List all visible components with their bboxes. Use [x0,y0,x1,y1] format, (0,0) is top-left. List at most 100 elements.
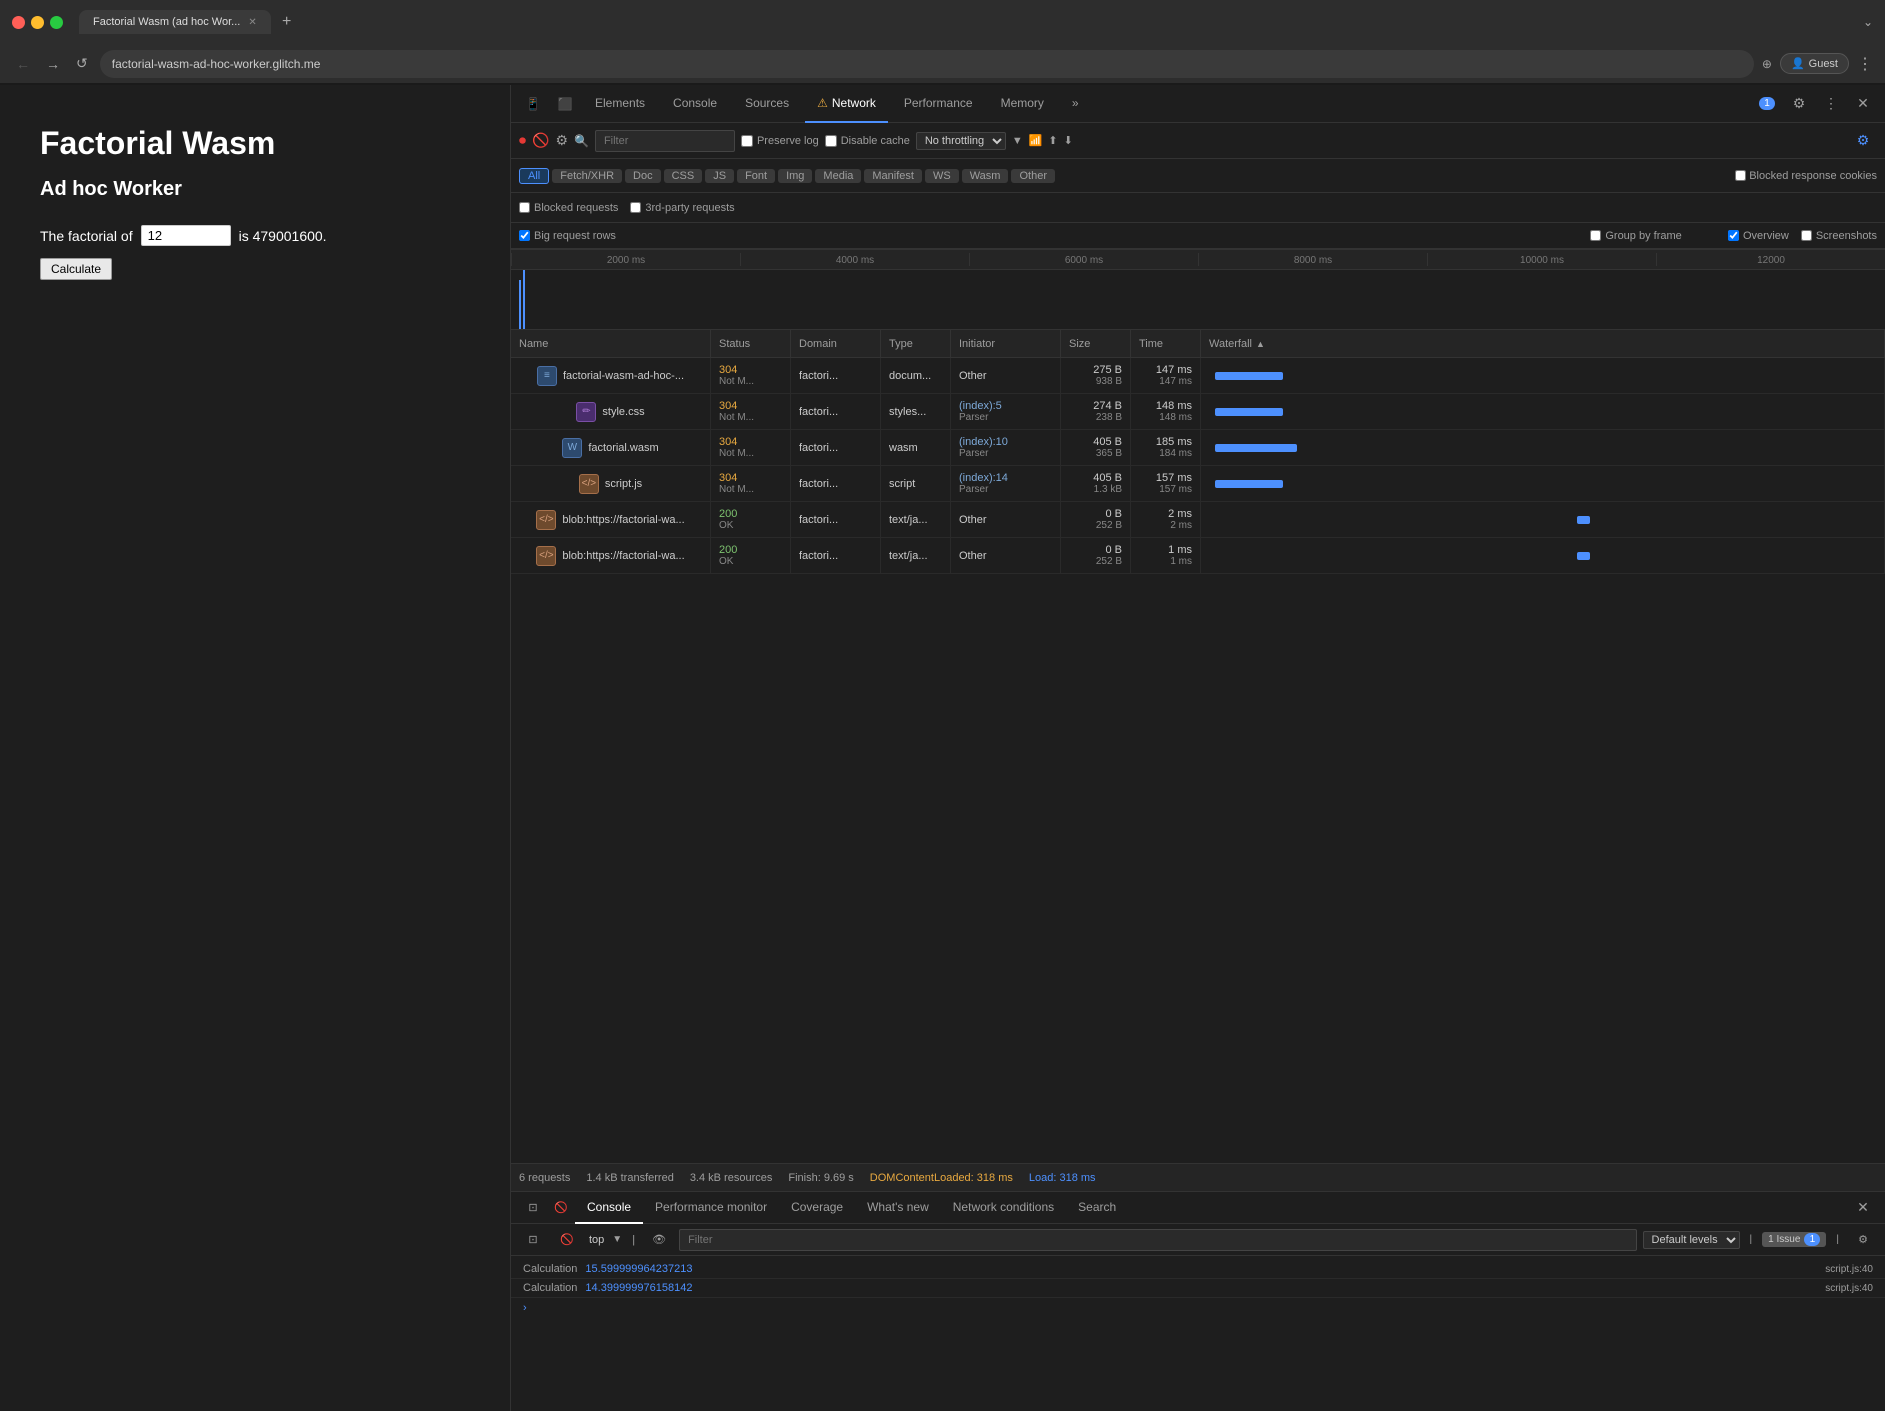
tab-network-conditions[interactable]: Network conditions [941,1192,1066,1224]
console-settings-icon[interactable]: ⚙ [1849,1226,1877,1254]
timeline-area[interactable]: 2000 ms 4000 ms 6000 ms 8000 ms 10000 ms… [511,250,1885,330]
filter-font[interactable]: Font [737,169,775,183]
export-icon[interactable]: ⬇ [1064,134,1073,147]
console-sidebar-icon[interactable]: ⊡ [519,1194,547,1222]
tab-console[interactable]: Console [661,85,729,123]
throttle-select[interactable]: No throttling [916,132,1006,150]
table-row[interactable]: </> blob:https://factorial-wa... 200 OK … [511,538,1885,574]
table-row[interactable]: </> blob:https://factorial-wa... 200 OK … [511,502,1885,538]
url-bar[interactable] [100,50,1754,78]
filter-img[interactable]: Img [778,169,812,183]
cell-size-6: 0 B 252 B [1061,538,1131,573]
search-icon[interactable]: 🔍 [574,134,589,148]
tab-sources[interactable]: Sources [733,85,801,123]
cell-status-5: 200 OK [711,502,791,537]
devtools-settings-icon[interactable]: ⚙ [1785,90,1813,118]
tab-search[interactable]: Search [1066,1192,1128,1224]
filter-wasm[interactable]: Wasm [962,169,1009,183]
tab-whats-new[interactable]: What's new [855,1192,941,1224]
active-tab[interactable]: Factorial Wasm (ad hoc Wor... ✕ [79,10,271,34]
factorial-input[interactable] [141,225,231,246]
filter-manifest[interactable]: Manifest [864,169,922,183]
screenshots-checkbox[interactable]: Screenshots [1801,230,1877,242]
tab-performance[interactable]: Performance [892,85,985,123]
overview-checkbox[interactable]: Overview [1728,230,1789,242]
filter-media[interactable]: Media [815,169,861,183]
tab-network[interactable]: ⚠ Network [805,85,888,123]
col-type[interactable]: Type [881,330,951,358]
table-row[interactable]: </> script.js 304 Not M... factori... sc… [511,466,1885,502]
eye-icon[interactable]: 👁 [645,1226,673,1254]
col-size[interactable]: Size [1061,330,1131,358]
minimize-button[interactable] [31,16,44,29]
table-header: Name Status Domain Type Initiator Size [511,330,1885,358]
cell-time-5: 2 ms 2 ms [1131,502,1201,537]
preserve-log-checkbox[interactable]: Preserve log [741,135,819,147]
col-domain[interactable]: Domain [791,330,881,358]
filter-other[interactable]: Other [1011,169,1055,183]
tab-network-conditions-label: Network conditions [953,1200,1054,1214]
calculate-button[interactable]: Calculate [40,258,112,280]
requests-count: 6 requests [519,1172,570,1184]
settings-cog-icon[interactable]: ⚙ [1849,127,1877,155]
col-initiator[interactable]: Initiator [951,330,1061,358]
col-name[interactable]: Name [511,330,711,358]
tab-close-icon[interactable]: ✕ [248,17,256,28]
big-rows-checkbox[interactable]: Big request rows [519,230,616,242]
new-tab-button[interactable]: + [275,10,299,34]
tab-console-panel[interactable]: Console [575,1192,643,1224]
filter-ws[interactable]: WS [925,169,959,183]
network-icon[interactable]: 📶 [1029,134,1043,147]
col-time[interactable]: Time [1131,330,1201,358]
third-party-checkbox[interactable]: 3rd-party requests [630,202,734,214]
nav-bar: ← → ↺ ⊕ 👤 Guest ⋮ [0,44,1885,84]
col-waterfall[interactable]: Waterfall ▲ [1201,330,1885,358]
back-button[interactable]: ← [12,54,34,74]
console-sidebar-toggle[interactable]: ⊡ [519,1226,547,1254]
filter-all[interactable]: All [519,168,549,184]
default-levels-select[interactable]: Default levels [1643,1231,1740,1249]
tab-more[interactable]: » [1060,85,1091,123]
filter-input[interactable] [595,130,735,152]
console-block-icon[interactable]: 🚫 [553,1226,581,1254]
group-by-frame-checkbox[interactable]: Group by frame [1590,230,1681,242]
filter-css[interactable]: CSS [664,169,703,183]
col-status[interactable]: Status [711,330,791,358]
disable-cache-checkbox[interactable]: Disable cache [825,135,910,147]
log-link-2[interactable]: script.js:40 [1825,1283,1873,1294]
collapse-button[interactable]: ⌄ [1863,15,1873,29]
tab-memory[interactable]: Memory [989,85,1056,123]
issues-count-badge[interactable]: 1 Issue 1 [1762,1232,1826,1247]
filter-js[interactable]: JS [705,169,734,183]
devtools-customize-icon[interactable]: ⋮ [1817,90,1845,118]
table-row[interactable]: ✏ style.css 304 Not M... factori... styl… [511,394,1885,430]
filter-doc[interactable]: Doc [625,169,661,183]
console-close-icon[interactable]: ✕ [1849,1194,1877,1222]
close-button[interactable] [12,16,25,29]
maximize-button[interactable] [50,16,63,29]
tab-elements[interactable]: Elements [583,85,657,123]
reload-button[interactable]: ↺ [72,53,92,74]
devtools-screen-icon[interactable]: ⬛ [551,90,579,118]
record-button[interactable]: ⏺ [519,132,526,149]
devtools-close-icon[interactable]: ✕ [1849,90,1877,118]
console-clear-icon[interactable]: 🚫 [547,1194,575,1222]
console-filter-input[interactable] [679,1229,1636,1251]
tab-coverage[interactable]: Coverage [779,1192,855,1224]
guest-button[interactable]: 👤 Guest [1780,53,1849,74]
filter-icon[interactable]: ⚙ [555,132,568,149]
blocked-cookies-checkbox[interactable]: Blocked response cookies [1735,170,1877,182]
forward-button[interactable]: → [42,54,64,74]
devtools-device-icon[interactable]: 📱 [519,90,547,118]
log-link-1[interactable]: script.js:40 [1825,1264,1873,1275]
console-prompt[interactable]: › [511,1298,1885,1318]
blocked-requests-checkbox[interactable]: Blocked requests [519,202,618,214]
clear-button[interactable]: 🚫 [532,132,549,149]
import-icon[interactable]: ⬆ [1048,134,1057,147]
table-row[interactable]: ≡ factorial-wasm-ad-hoc-... 304 Not M...… [511,358,1885,394]
tab-perf-monitor[interactable]: Performance monitor [643,1192,779,1224]
table-row[interactable]: W factorial.wasm 304 Not M... factori...… [511,430,1885,466]
devtools-badge[interactable]: 1 [1753,90,1781,118]
more-button[interactable]: ⋮ [1857,54,1873,74]
filter-fetch-xhr[interactable]: Fetch/XHR [552,169,622,183]
